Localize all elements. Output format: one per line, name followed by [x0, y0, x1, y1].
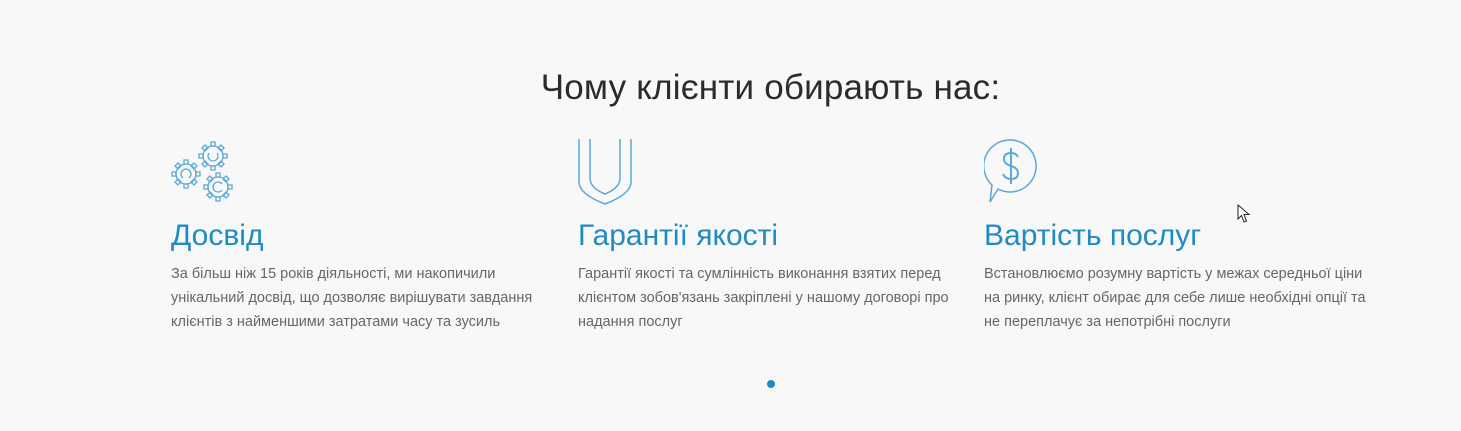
- feature-title: Досвід: [171, 219, 264, 252]
- feature-title: Вартість послуг: [984, 219, 1202, 252]
- feature-quality: Гарантії якості Гарантії якості та сумлі…: [578, 138, 968, 334]
- mouse-cursor-icon: [1237, 203, 1251, 229]
- feature-description: Встановлюємо розумну вартість у межах се…: [984, 266, 1366, 330]
- shield-icon: [578, 138, 968, 206]
- feature-title: Гарантії якості: [578, 219, 779, 252]
- feature-cost: Вартість послуг Встановлюємо розумну вар…: [984, 138, 1374, 334]
- feature-experience: Досвід За більш ніж 15 років діяльності,…: [171, 138, 561, 334]
- dollar-speech-bubble-icon: [984, 138, 1374, 206]
- feature-description: За більш ніж 15 років діяльності, ми нак…: [171, 266, 533, 330]
- section-title: Чому клієнти обирають нас:: [540, 68, 1001, 108]
- carousel-dot-active[interactable]: [767, 380, 775, 388]
- gears-icon: [171, 138, 561, 206]
- feature-description: Гарантії якості та сумлінність виконання…: [578, 266, 949, 330]
